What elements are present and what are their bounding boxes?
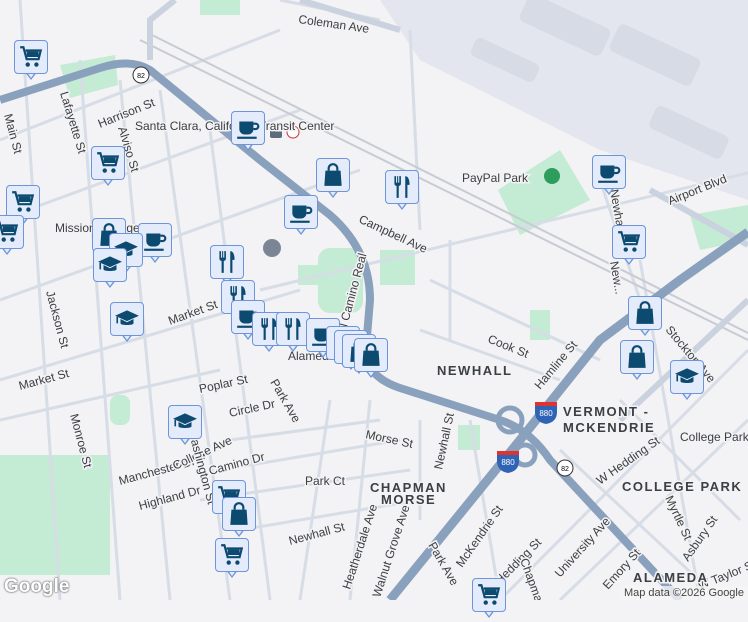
dining-icon xyxy=(210,245,244,279)
cart-icon xyxy=(0,215,24,249)
cart-marker[interactable] xyxy=(0,215,26,259)
svg-text:PayPal Park: PayPal Park xyxy=(462,171,529,185)
cart-marker[interactable] xyxy=(612,225,648,269)
map-attribution[interactable]: Map data ©2026 Google xyxy=(619,586,748,600)
cart-marker[interactable] xyxy=(472,578,508,622)
cart-marker[interactable] xyxy=(91,146,127,190)
svg-text:880: 880 xyxy=(539,409,553,418)
svg-text:Circle Dr: Circle Dr xyxy=(228,397,277,420)
svg-text:Poplar St: Poplar St xyxy=(198,372,250,396)
bag-marker[interactable] xyxy=(628,296,664,340)
school-marker[interactable] xyxy=(168,405,204,449)
svg-text:Jackson St: Jackson St xyxy=(43,289,72,350)
svg-text:NEWHALL: NEWHALL xyxy=(437,363,513,378)
cart-marker[interactable] xyxy=(14,40,50,84)
cart-icon xyxy=(14,40,48,74)
coffee-marker[interactable] xyxy=(284,195,320,239)
svg-text:880: 880 xyxy=(501,458,515,467)
svg-text:82: 82 xyxy=(561,466,569,473)
svg-text:MORSE: MORSE xyxy=(381,492,436,507)
google-logo: Google xyxy=(4,576,70,597)
school-marker[interactable] xyxy=(93,248,129,292)
bag-icon xyxy=(620,340,654,374)
svg-text:Park Ct: Park Ct xyxy=(305,474,346,488)
school-icon xyxy=(670,360,704,394)
svg-text:COLLEGE PARK: COLLEGE PARK xyxy=(622,479,742,494)
coffee-icon xyxy=(284,195,318,229)
bag-icon xyxy=(354,338,388,372)
route-82-shield: 82 xyxy=(556,459,574,477)
route-82-shield: 82 xyxy=(132,66,150,84)
coffee-icon xyxy=(592,155,626,189)
svg-text:College Park: College Park xyxy=(680,430,748,444)
school-marker[interactable] xyxy=(670,360,706,404)
bag-icon xyxy=(316,158,350,192)
school-marker[interactable] xyxy=(110,302,146,346)
stadium-icon xyxy=(544,168,560,184)
bag-marker[interactable] xyxy=(354,338,390,382)
cart-icon xyxy=(612,225,646,259)
cart-icon xyxy=(215,538,249,572)
school-icon xyxy=(110,302,144,336)
dining-icon xyxy=(385,170,419,204)
school-icon xyxy=(93,248,127,282)
bag-marker[interactable] xyxy=(222,497,258,541)
school-icon xyxy=(168,405,202,439)
coffee-marker[interactable] xyxy=(231,111,267,155)
coffee-icon xyxy=(231,111,265,145)
university-icon xyxy=(263,239,281,257)
svg-text:MCKENDRIE: MCKENDRIE xyxy=(563,420,655,435)
svg-text:Newhall St: Newhall St xyxy=(287,519,347,548)
svg-text:ALAMEDA: ALAMEDA xyxy=(633,570,709,585)
svg-text:Highland Dr: Highland Dr xyxy=(137,483,202,513)
cart-icon xyxy=(472,578,506,612)
svg-text:Morse St: Morse St xyxy=(364,427,415,451)
dining-icon xyxy=(276,312,310,346)
svg-text:Hamline St: Hamline St xyxy=(532,337,581,391)
cart-icon xyxy=(91,146,125,180)
bag-icon xyxy=(628,296,662,330)
svg-text:Newhall St: Newhall St xyxy=(431,411,457,471)
bag-marker[interactable] xyxy=(620,340,656,384)
dining-marker[interactable] xyxy=(385,170,421,214)
svg-text:Myrtle St: Myrtle St xyxy=(662,493,695,542)
svg-text:University Ave: University Ave xyxy=(552,514,613,580)
bag-icon xyxy=(222,497,256,531)
svg-text:VERMONT -: VERMONT - xyxy=(563,404,649,419)
coffee-marker[interactable] xyxy=(592,155,628,199)
svg-text:Main St: Main St xyxy=(1,112,25,156)
svg-text:82: 82 xyxy=(137,73,145,80)
cart-icon xyxy=(6,185,40,219)
bag-marker[interactable] xyxy=(316,158,352,202)
cart-marker[interactable] xyxy=(215,538,251,582)
